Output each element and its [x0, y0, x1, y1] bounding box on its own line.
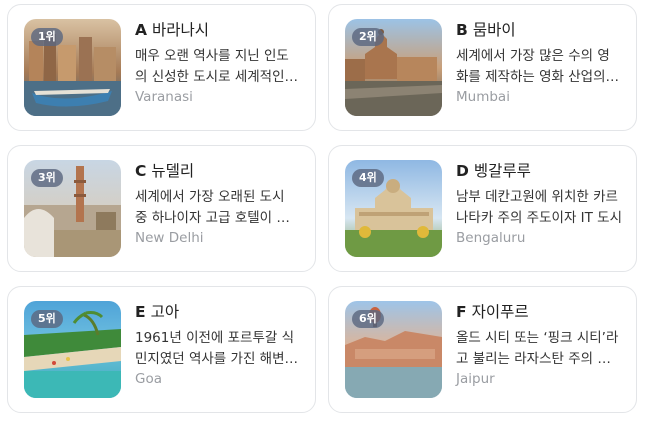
- card-description: 남부 데칸고원에 위치한 카르나타카 주의 주도이자 IT 도시: [456, 189, 622, 226]
- destination-card-varanasi[interactable]: 1위 A 바라나시 매우 오랜 역사를 지닌 인도의 신성한 도시로 세계적인 순…: [7, 4, 316, 131]
- city-name-english: Varanasi: [135, 89, 193, 105]
- city-name-korean: 벵갈루루: [473, 162, 531, 180]
- card-letter: E: [135, 303, 146, 321]
- card-title: E 고아: [135, 302, 301, 322]
- card-letter: C: [135, 162, 147, 180]
- card-title: B 뭄바이: [456, 20, 622, 40]
- card-title: D 벵갈루루: [456, 161, 622, 181]
- mumbai-photo: 2위: [345, 19, 442, 116]
- rank-badge: 3위: [31, 169, 63, 187]
- card-letter: F: [456, 303, 467, 321]
- card-letter: D: [456, 162, 469, 180]
- card-title: C 뉴델리: [135, 161, 301, 181]
- card-letter: B: [456, 21, 468, 39]
- jaipur-photo: 6위: [345, 301, 442, 398]
- goa-photo: 5위: [24, 301, 121, 398]
- rank-badge: 2위: [352, 28, 384, 46]
- bengaluru-photo: 4위: [345, 160, 442, 257]
- city-name-korean: 고아: [150, 303, 180, 321]
- card-description: 세계에서 가장 많은 수의 영화를 제작하는 영화 산업의 중심지: [456, 48, 610, 85]
- destination-card-goa[interactable]: 5위 E고아 1961년 이전에 포르투갈 식민지였던 역사를 가진 해변 휴양…: [7, 286, 316, 413]
- destination-grid: 1위 A 바라나시 매우 오랜 역사를 지닌 인도의 신성한 도시로 세계적인 순…: [0, 0, 645, 422]
- city-name-korean: 바라나시: [152, 21, 210, 39]
- city-name-korean: 자이푸르: [471, 303, 529, 321]
- rank-badge: 6위: [352, 310, 384, 328]
- destination-card-mumbai[interactable]: 2위 B뭄바이 세계에서 가장 많은 수의 영화를 제작하는 영화 산업의 중심…: [328, 4, 637, 131]
- card-letter: A: [135, 21, 147, 39]
- card-description: 올드 시티 또는 ‘핑크 시티’라고 불리는 라자스탄 주의 주도: [456, 330, 619, 367]
- new-delhi-photo: 3위: [24, 160, 121, 257]
- city-name-korean: 뭄바이: [472, 21, 516, 39]
- card-description: 세계에서 가장 오래된 도시 중 하나이자 고급 호텔이 많은 수도: [135, 189, 289, 226]
- city-name-english: Jaipur: [456, 371, 495, 387]
- card-description: 1961년 이전에 포르투갈 식민지였던 역사를 가진 해변 휴양지: [135, 330, 295, 367]
- city-name-english: Mumbai: [456, 89, 510, 105]
- destination-card-new-delhi[interactable]: 3위 C뉴델리 세계에서 가장 오래된 도시 중 하나이자 고급 호텔이 많은 …: [7, 145, 316, 272]
- rank-badge: 4위: [352, 169, 384, 187]
- card-description: 매우 오랜 역사를 지닌 인도의 신성한 도시로 세계적인 순례지: [135, 48, 289, 85]
- destination-card-jaipur[interactable]: 6위 F 자이푸르 올드 시티 또는 ‘핑크 시티’라고 불리는 라자스탄 주의 …: [328, 286, 637, 413]
- city-name-english: New Delhi: [135, 230, 204, 246]
- rank-badge: 1위: [31, 28, 63, 46]
- card-title: A 바라나시: [135, 20, 301, 40]
- city-name-korean: 뉴델리: [151, 162, 195, 180]
- city-name-english: Bengaluru: [456, 230, 526, 246]
- card-title: F 자이푸르: [456, 302, 622, 322]
- rank-badge: 5위: [31, 310, 63, 328]
- varanasi-photo: 1위: [24, 19, 121, 116]
- city-name-english: Goa: [135, 371, 162, 387]
- destination-card-bengaluru[interactable]: 4위 D 벵갈루루 남부 데칸고원에 위치한 카르나타카 주의 주도이자 IT 도…: [328, 145, 637, 272]
